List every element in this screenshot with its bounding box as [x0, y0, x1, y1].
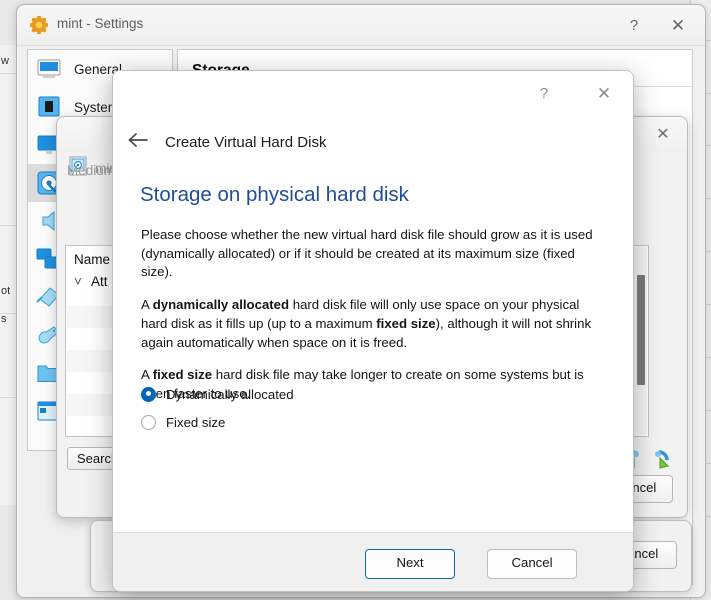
radio-fixed-size[interactable]: Fixed size: [141, 409, 294, 435]
wizard-paragraph-0: Please choose whether the new virtual ha…: [141, 227, 593, 280]
storage-type-radio-group: Dynamically allocated Fixed size: [141, 381, 294, 437]
go-forward-green-icon[interactable]: [651, 449, 673, 476]
wizard-paragraph-1: A dynamically allocated hard disk file w…: [141, 297, 592, 350]
wizard-footer: Next Cancel: [113, 532, 633, 591]
arrow-left-icon: [127, 131, 149, 154]
wizard-page-heading: Storage on physical hard disk: [140, 183, 409, 206]
settings-help-button[interactable]: ?: [623, 15, 645, 37]
settings-titlebar: mint - Settings ? ✕: [17, 5, 705, 46]
table-column-header-name: Name: [74, 252, 111, 267]
settings-window-title: mint - Settings: [57, 16, 144, 31]
settings-close-button[interactable]: ✕: [667, 15, 689, 37]
chevron-down-icon[interactable]: ˅: [74, 274, 88, 289]
monitor-general-icon: [34, 55, 64, 83]
sliver-text-2: s: [1, 313, 7, 325]
wizard-title: Create Virtual Hard Disk: [165, 133, 327, 151]
table-row[interactable]: ˅ Att: [74, 274, 108, 289]
wizard-header-row: Create Virtual Hard Disk: [113, 127, 326, 157]
sliver-text-0: w: [1, 55, 9, 67]
next-button[interactable]: Next: [365, 549, 455, 579]
radio-label-dynamic: Dynamically allocated: [166, 386, 294, 402]
radio-indicator-dynamic: [141, 386, 156, 402]
virtualbox-gear-icon: [29, 15, 49, 35]
sliver-text-1: ot: [1, 285, 11, 297]
table-scrollbar[interactable]: [633, 247, 647, 435]
screen: w ot s mint - Settings ? ✕ General Syste…: [0, 0, 711, 600]
wizard-close-button[interactable]: ✕: [593, 83, 615, 105]
wizard-titlebar: ? ✕: [113, 71, 633, 115]
table-scrollbar-thumb[interactable]: [637, 275, 645, 385]
hard-disk-selector-group-label: Medium: [67, 163, 116, 178]
radio-label-fixed: Fixed size: [166, 414, 226, 430]
create-virtual-hard-disk-dialog: ? ✕ Create Virtual Hard Disk Storage on …: [112, 70, 634, 592]
back-button[interactable]: [121, 128, 155, 156]
table-row-label: Att: [91, 274, 108, 289]
radio-indicator-fixed: [141, 414, 156, 430]
wizard-help-button[interactable]: ?: [533, 83, 555, 105]
cancel-button[interactable]: Cancel: [487, 549, 577, 579]
radio-dynamically-allocated[interactable]: Dynamically allocated: [141, 381, 294, 407]
hard-disk-selector-close-button[interactable]: ✕: [653, 125, 673, 145]
